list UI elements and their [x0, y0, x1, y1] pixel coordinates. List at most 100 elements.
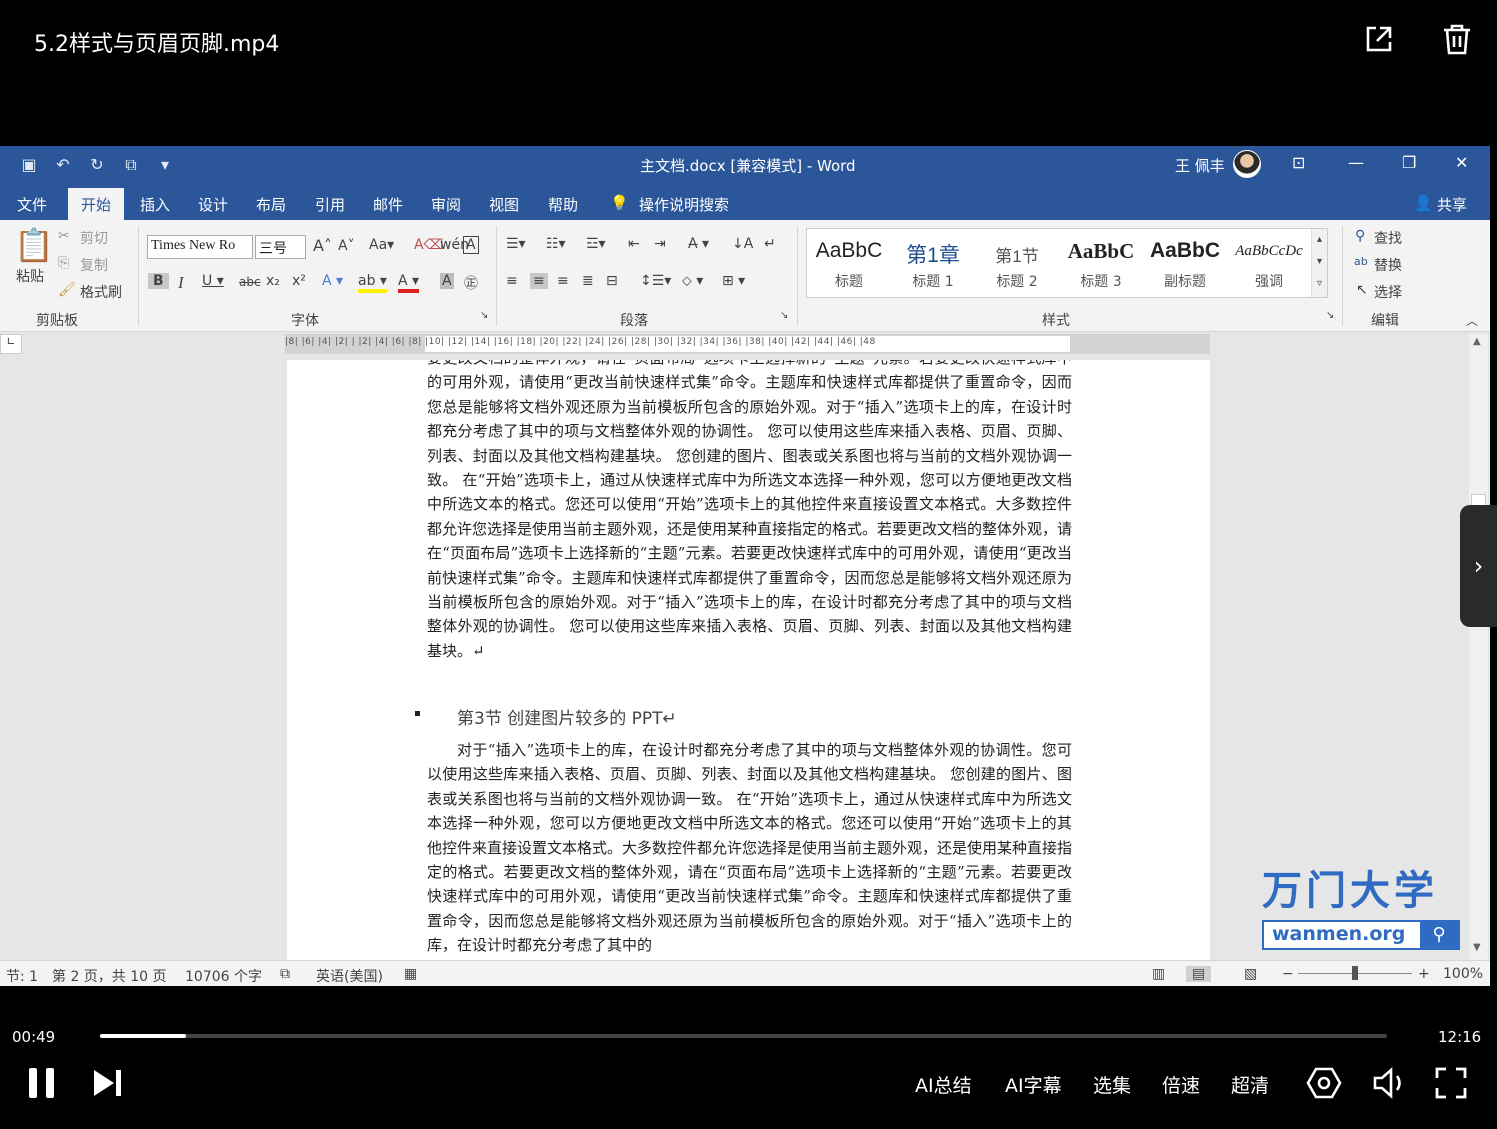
strikethrough-icon[interactable]: abc	[239, 275, 261, 289]
tab-review[interactable]: 审阅	[431, 194, 461, 215]
redo-icon[interactable]: ↻	[86, 155, 108, 175]
increase-indent-icon[interactable]: ⇥	[654, 236, 666, 252]
multilevel-list-icon[interactable]: ☲▾	[586, 236, 606, 252]
grow-font-icon[interactable]: A˄	[313, 236, 332, 255]
side-panel-toggle-icon[interactable]: ›	[1460, 505, 1497, 627]
tab-help[interactable]: 帮助	[548, 194, 578, 215]
line-spacing-icon[interactable]: ↕☰▾	[640, 273, 671, 289]
settings-icon[interactable]	[1306, 1066, 1342, 1100]
status-language[interactable]: 英语(美国)	[316, 966, 383, 986]
format-painter-icon[interactable]: 🖌	[58, 282, 76, 298]
status-word-count[interactable]: 10706 个字	[185, 966, 262, 986]
tab-references[interactable]: 引用	[315, 194, 345, 215]
zoom-in-icon[interactable]: +	[1418, 966, 1430, 982]
chinese-layout-icon[interactable]: A̶ ▾	[688, 236, 709, 252]
zoom-level[interactable]: 100%	[1443, 966, 1483, 982]
user-name[interactable]: 王 佩丰	[1175, 155, 1225, 176]
restore-icon[interactable]: ❐	[1402, 153, 1416, 172]
ai-subtitle-button[interactable]: AI字幕	[1005, 1071, 1062, 1098]
touch-mode-icon[interactable]: ⧉	[120, 155, 142, 175]
select-icon[interactable]: ↖	[1356, 282, 1368, 298]
tell-me-search[interactable]: 操作说明搜索	[639, 194, 729, 215]
next-icon[interactable]	[92, 1068, 124, 1098]
tab-insert[interactable]: 插入	[140, 194, 170, 215]
font-name-select[interactable]: Times New Ro	[147, 235, 253, 259]
tab-file[interactable]: 文件	[17, 194, 47, 215]
quality-button[interactable]: 超清	[1231, 1071, 1269, 1098]
fullscreen-icon[interactable]	[1434, 1066, 1468, 1100]
enclose-characters-icon[interactable]: ㊣	[464, 273, 478, 293]
superscript-icon[interactable]: x²	[292, 273, 306, 289]
select-button[interactable]: 选择	[1374, 282, 1402, 302]
minimize-icon[interactable]: —	[1348, 153, 1364, 172]
shading-icon[interactable]: ⬦ ▾	[682, 273, 703, 289]
bold-icon[interactable]: B	[148, 273, 169, 289]
close-icon[interactable]: ✕	[1455, 153, 1468, 172]
progress-bar[interactable]	[100, 1034, 1387, 1038]
collapse-ribbon-icon[interactable]: ︿	[1466, 312, 1478, 329]
decrease-indent-icon[interactable]: ⇤	[628, 236, 640, 252]
tab-selector-icon[interactable]: ∟	[0, 334, 22, 354]
style-title[interactable]: AaBbC 标题	[807, 229, 891, 297]
cut-button[interactable]: 剪切	[80, 228, 108, 248]
italic-icon[interactable]: I	[178, 273, 184, 293]
style-heading-1[interactable]: 第1章 标题 1	[891, 229, 975, 297]
style-emphasis[interactable]: AaBbCcDc 强调	[1227, 229, 1311, 297]
cut-icon[interactable]: ✂	[58, 228, 70, 244]
user-avatar[interactable]	[1233, 150, 1261, 178]
paste-icon[interactable]: 📋	[14, 226, 54, 264]
tab-layout[interactable]: 布局	[256, 194, 286, 215]
align-left-icon[interactable]: ≡	[506, 273, 518, 289]
styles-dialog-launcher-icon[interactable]: ↘	[1326, 310, 1334, 321]
vertical-scrollbar[interactable]: ▲ ▼	[1469, 334, 1488, 960]
copy-icon[interactable]: ⎘	[58, 255, 69, 271]
share-icon[interactable]: 👤	[1414, 194, 1433, 212]
share-button[interactable]: 共享	[1437, 194, 1467, 215]
show-marks-icon[interactable]: ↵	[764, 236, 776, 252]
font-size-select[interactable]: 三号	[255, 235, 306, 259]
character-shading-icon[interactable]: A	[440, 273, 454, 289]
tab-home[interactable]: 开始	[68, 188, 125, 220]
align-right-icon[interactable]: ≡	[557, 273, 569, 289]
align-center-icon[interactable]: ≡	[530, 273, 548, 289]
undo-icon[interactable]: ↶	[52, 155, 74, 175]
distributed-icon[interactable]: ⊟	[606, 273, 618, 289]
scroll-up-icon[interactable]: ▲	[1473, 336, 1481, 347]
proofing-icon[interactable]: ⧉	[280, 966, 290, 982]
style-subtitle[interactable]: AaBbC 副标题	[1143, 229, 1227, 297]
justify-icon[interactable]: ≣	[582, 273, 594, 289]
font-dialog-launcher-icon[interactable]: ↘	[480, 310, 488, 321]
open-external-icon[interactable]	[1362, 22, 1396, 56]
find-button[interactable]: 查找	[1374, 228, 1402, 248]
numbering-icon[interactable]: ☷▾	[546, 236, 566, 252]
save-icon[interactable]: ▣	[18, 155, 40, 175]
tab-view[interactable]: 视图	[489, 194, 519, 215]
tab-mailings[interactable]: 邮件	[373, 194, 403, 215]
replace-icon[interactable]: ab	[1354, 255, 1368, 268]
find-icon[interactable]: ⚲	[1355, 228, 1365, 244]
text-effects-icon[interactable]: A ▾	[322, 273, 343, 289]
paste-button[interactable]: 粘贴	[16, 266, 44, 286]
clear-formatting-icon[interactable]: A⌫	[414, 237, 443, 253]
status-page[interactable]: 第 2 页，共 10 页	[52, 966, 167, 986]
customize-qat-icon[interactable]: ▾	[154, 155, 176, 175]
character-border-icon[interactable]: A	[463, 236, 479, 254]
ai-summary-button[interactable]: AI总结	[915, 1071, 972, 1098]
episodes-button[interactable]: 选集	[1093, 1071, 1131, 1098]
style-heading-3[interactable]: AaBbC 标题 3	[1059, 229, 1143, 297]
horizontal-ruler[interactable]: |8| |6| |4| |2| | |2| |4| |6| |8| |10| |…	[285, 334, 1210, 354]
zoom-slider-thumb[interactable]	[1352, 966, 1358, 980]
sort-icon[interactable]: ↓A	[732, 236, 753, 252]
pause-icon[interactable]	[26, 1066, 58, 1100]
underline-icon[interactable]: U ▾	[202, 273, 224, 289]
macro-icon[interactable]: ▦	[404, 966, 417, 982]
trash-icon[interactable]	[1440, 22, 1474, 56]
replace-button[interactable]: 替换	[1374, 255, 1402, 275]
zoom-out-icon[interactable]: −	[1282, 966, 1294, 982]
shrink-font-icon[interactable]: A˅	[338, 238, 355, 254]
copy-button[interactable]: 复制	[80, 255, 108, 275]
tab-design[interactable]: 设计	[198, 194, 228, 215]
ribbon-display-icon[interactable]: ⊡	[1292, 153, 1305, 172]
bullets-icon[interactable]: ☰▾	[506, 236, 526, 252]
paragraph-dialog-launcher-icon[interactable]: ↘	[780, 310, 788, 321]
